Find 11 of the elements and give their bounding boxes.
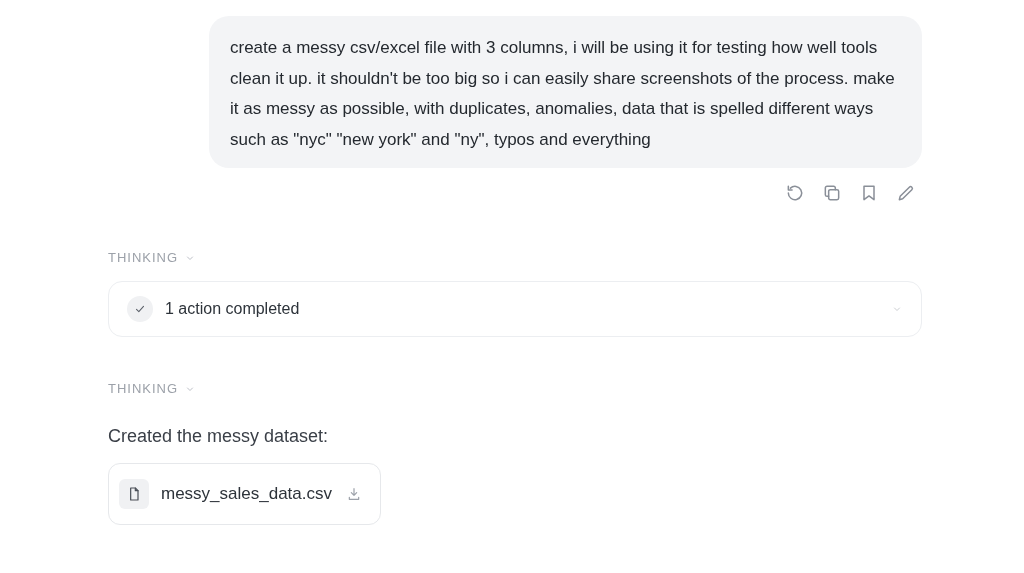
reply-text: Created the messy dataset: [108,426,330,447]
file-name: messy_sales_data.csv [161,484,333,504]
user-message: create a messy csv/excel file with 3 columns, i will be using it for testing how well tools clean it up. it shouldn't be too big so i can easily share screenshots of the process. make it as messy as possible, with duplicates, anomalies, data that is spelled different ways such as "nyc" "new york" and "ny", typos and everything [209,16,922,168]
action-card[interactable]: 1 action completed [108,281,922,337]
retry-icon[interactable] [785,183,805,203]
file-icon [119,479,149,509]
copy-icon[interactable] [822,183,842,203]
action-text: 1 action completed [165,300,301,318]
check-icon [127,296,153,322]
pencil-icon[interactable] [896,183,916,203]
file-attachment[interactable]: messy_sales_data.csv [108,463,382,525]
